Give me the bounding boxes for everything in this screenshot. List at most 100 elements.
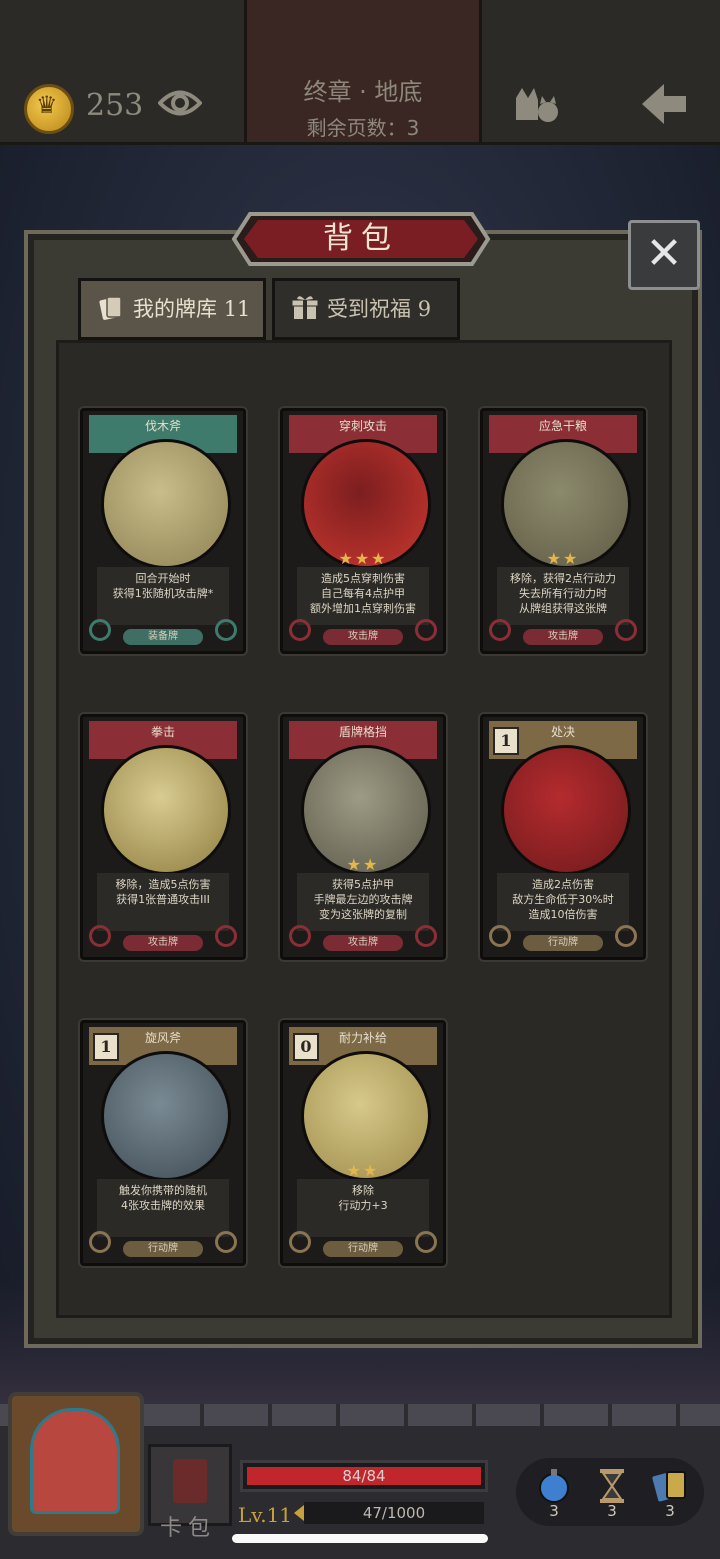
card-name: 拳击 [150,725,175,739]
card-type: 装备牌 [123,629,203,645]
home-indicator[interactable] [232,1534,488,1543]
swirl-ornament-icon [615,619,637,641]
card[interactable]: 拳击 移除，造成5点伤害 获得1张普通攻击III 攻击牌 [80,714,246,960]
top-bar: 253 终章 · 地底 剩余页数：3 [0,0,720,145]
card-description: 移除 行动力+3 [297,1179,429,1237]
swirl-ornament-icon [215,1231,237,1253]
card-desc-line: 变为这张牌的复制 [319,908,407,921]
card[interactable]: 应急干粮 ★★ 移除，获得2点行动力 失去所有行动力时 从牌组获得这张牌 攻击牌 [480,408,646,654]
back-arrow-icon[interactable] [638,80,690,128]
tab-count: 11 [223,297,251,321]
card-type: 行动牌 [323,1241,403,1257]
card-cost: 1 [493,727,519,755]
card-stars: ★★ [346,1161,380,1180]
close-icon: ✕ [645,228,683,279]
card-desc-line: 造成10倍伤害 [528,908,598,921]
xp-arrow-icon [294,1505,304,1521]
hero-portrait[interactable] [8,1392,144,1536]
chapter-title: 终章 · 地底 [303,78,423,106]
swirl-ornament-icon [289,619,311,641]
card[interactable]: 处决 1 造成2点伤害 敌方生命低于30%时 造成10倍伤害 行动牌 [480,714,646,960]
card-art [101,745,231,875]
card-desc-line: 从牌组获得这张牌 [519,602,607,615]
card-desc-line: 获得1张普通攻击III [116,893,210,906]
card-type: 攻击牌 [523,629,603,645]
card-type: 行动牌 [123,1241,203,1257]
bag-title: 背包 [323,221,399,256]
swirl-ornament-icon [489,925,511,947]
card-pack-icon[interactable] [650,1466,690,1506]
hp-text: 84/84 [342,1467,386,1485]
card[interactable]: 穿刺攻击 ★★★ 造成5点穿刺伤害 自己每有4点护甲 额外增加1点穿刺伤害 攻击牌 [280,408,446,654]
tab-label: 我的牌库 [133,297,217,321]
card-desc-line: 回合开始时 [135,572,191,585]
card-cost: 1 [93,1033,119,1061]
card-desc-line: 移除 [352,1184,374,1197]
card-type: 攻击牌 [323,935,403,951]
card-art [101,439,231,569]
eye-icon[interactable] [158,86,202,120]
card-description: 触发你携带的随机 4张攻击牌的效果 [97,1179,229,1237]
card[interactable]: 伐木斧回合开始时 获得1张随机攻击牌* 装备牌 [80,408,246,654]
card-art [501,745,631,875]
swirl-ornament-icon [89,1231,111,1253]
swirl-ornament-icon [415,619,437,641]
cat-companions-icon[interactable] [512,84,560,124]
card-stars: ★★★ [338,549,388,568]
card[interactable]: 耐力补给 0 ★★ 移除 行动力+3 行动牌 [280,1020,446,1266]
swirl-ornament-icon [289,1231,311,1253]
pages-remaining: 剩余页数：3 [306,116,420,140]
coin-icon [24,84,74,134]
card-name: 伐木斧 [144,419,181,433]
chapter-panel: 终章 · 地底 剩余页数：3 [244,0,482,142]
tab-count: 9 [417,297,432,321]
card-cost: 0 [293,1033,319,1061]
bomb-potion-icon[interactable] [534,1466,574,1506]
card-name: 盾牌格挡 [338,725,387,739]
swirl-ornament-icon [489,619,511,641]
card-desc-line: 触发你携带的随机 [119,1184,207,1197]
gift-icon [291,296,319,319]
card[interactable]: 盾牌格挡 ★★ 获得5点护甲 手牌最左边的攻击牌 变为这张牌的复制 攻击牌 [280,714,446,960]
card-desc-line: 手牌最左边的攻击牌 [313,893,413,906]
hourglass-icon[interactable] [592,1466,632,1506]
swirl-ornament-icon [415,925,437,947]
card[interactable]: 旋风斧 1 触发你携带的随机 4张攻击牌的效果 行动牌 [80,1020,246,1266]
card-description: 回合开始时 获得1张随机攻击牌* [97,567,229,625]
item-count: 3 [665,1502,675,1520]
card-description: 造成2点伤害敌方生命低于30%时 造成10倍伤害 [497,873,629,931]
swirl-ornament-icon [215,619,237,641]
card-desc-line: 获得5点护甲 [332,878,394,891]
swirl-ornament-icon [89,619,111,641]
card-description: 移除，造成5点伤害 获得1张普通攻击III [97,873,229,931]
swirl-ornament-icon [415,1231,437,1253]
close-button[interactable]: ✕ [628,220,700,290]
card-stars: ★★ [546,549,580,568]
card-pack-label: 卡包 [160,1516,217,1541]
card-desc-line: 移除，造成5点伤害 [115,878,211,891]
xp-text: 47/1000 [362,1504,426,1522]
xp-bar: 47/1000 [304,1502,484,1524]
hero-fist-icon [30,1408,120,1514]
card-art [101,1051,231,1181]
card-type: 行动牌 [523,935,603,951]
item-count: 3 [549,1502,559,1520]
card-desc-line: 失去所有行动力时 [519,587,607,600]
card-desc-line: 造成2点伤害 [532,878,594,891]
tab-label: 受到祝福 [327,297,411,321]
tab-my-deck[interactable]: 我的牌库 11 [78,278,266,340]
card-pack-icon [173,1459,207,1503]
card-desc-line: 敌方生命低于30%时 [512,893,614,906]
card-name: 应急干粮 [538,419,587,433]
card-description: 获得5点护甲手牌最左边的攻击牌 变为这张牌的复制 [297,873,429,931]
level-text: Lv.11 [238,1503,293,1527]
card-desc-line: 4张攻击牌的效果 [121,1199,205,1212]
hp-bar: 84/84 [240,1460,488,1492]
tab-blessings[interactable]: 受到祝福 9 [272,278,460,340]
swirl-ornament-icon [615,925,637,947]
card-name: 穿刺攻击 [338,419,387,433]
cards-icon [99,296,122,320]
swirl-ornament-icon [289,925,311,947]
card-desc-line: 额外增加1点穿刺伤害 [310,602,416,615]
card-type: 攻击牌 [323,629,403,645]
